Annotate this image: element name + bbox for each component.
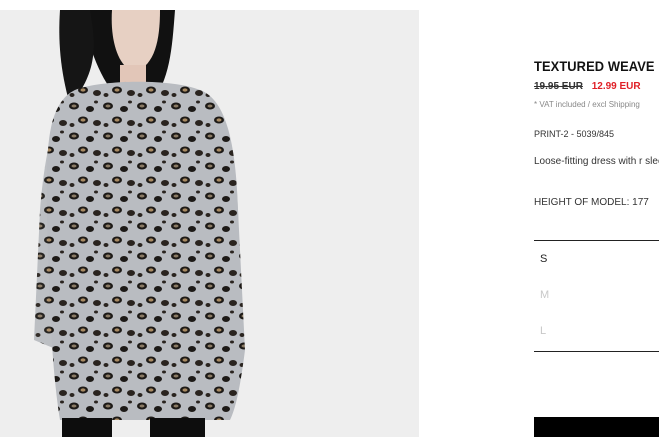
model-height: HEIGHT OF MODEL: 177	[534, 197, 649, 208]
size-option-l: L	[540, 325, 547, 337]
product-image[interactable]	[0, 10, 419, 437]
size-option-s[interactable]: S	[534, 241, 659, 277]
vat-note: * VAT included / excl Shipping	[534, 100, 640, 109]
product-title: TEXTURED WEAVE	[534, 58, 655, 74]
add-to-cart-button[interactable]	[534, 417, 659, 437]
product-info-panel: TEXTURED WEAVE 19.95 EUR 12.99 EUR * VAT…	[534, 0, 659, 437]
original-price: 19.95 EUR	[534, 81, 583, 92]
model-photo	[0, 10, 419, 437]
price-row: 19.95 EUR 12.99 EUR	[534, 81, 641, 92]
product-reference: PRINT-2 - 5039/845	[534, 129, 615, 139]
size-selector: S M L	[534, 240, 659, 352]
product-description: Loose-fitting dress with r sleeves.	[534, 156, 659, 167]
sale-price: 12.99 EUR	[591, 81, 641, 92]
size-option-m: M	[540, 289, 550, 301]
